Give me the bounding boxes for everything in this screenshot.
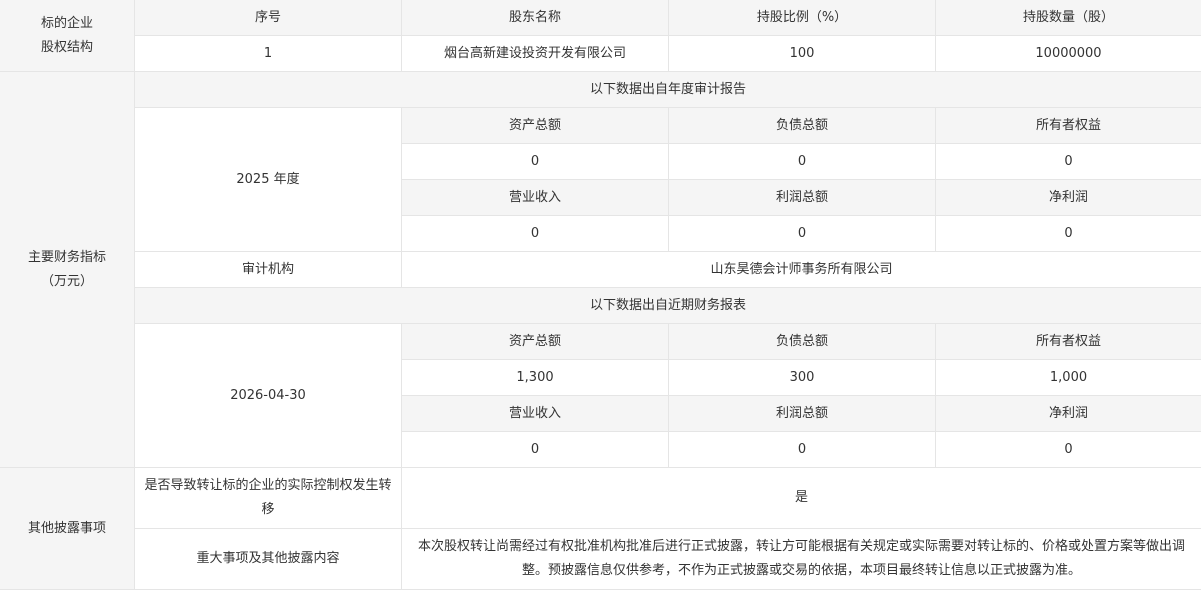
annual-value-owner-equity: 0 (935, 143, 1201, 180)
shareholder-index: 1 (134, 35, 402, 72)
annual-caption: 以下数据出自年度审计报告 (134, 71, 1201, 108)
recent-period: 2026-04-30 (134, 323, 402, 468)
col-header-shareholder: 股东名称 (401, 0, 669, 36)
recent-caption-row: 以下数据出自近期财务报表 (0, 287, 1201, 324)
shareholder-ratio: 100 (668, 35, 936, 72)
recent-label-total-profit: 利润总额 (668, 395, 936, 432)
annual-label-total-profit: 利润总额 (668, 179, 936, 216)
control-change-row: 其他披露事项 是否导致转让标的企业的实际控制权发生转移 是 (0, 467, 1201, 590)
recent-label-total-liabilities: 负债总额 (668, 323, 936, 360)
annual-labels-row-1: 2025 年度 资产总额 负债总额 所有者权益 (0, 107, 1201, 252)
annual-value-net-profit: 0 (935, 215, 1201, 252)
recent-label-revenue: 营业收入 (401, 395, 669, 432)
shareholder-name: 烟台高新建设投资开发有限公司 (401, 35, 669, 72)
annual-value-total-liabilities: 0 (668, 143, 936, 180)
auditor-value: 山东昊德会计师事务所有限公司 (401, 251, 1201, 288)
recent-label-net-profit: 净利润 (935, 395, 1201, 432)
table-row: 1 烟台高新建设投资开发有限公司 100 10000000 (0, 35, 1201, 72)
major-matters-label: 重大事项及其他披露内容 (134, 528, 402, 590)
shareholder-shares: 10000000 (935, 35, 1201, 72)
recent-labels-row-1: 2026-04-30 资产总额 负债总额 所有者权益 (0, 323, 1201, 468)
annual-label-total-assets: 资产总额 (401, 107, 669, 144)
annual-period: 2025 年度 (134, 107, 402, 252)
col-header-index: 序号 (134, 0, 402, 36)
annual-value-total-assets: 0 (401, 143, 669, 180)
control-change-value: 是 (401, 467, 1201, 529)
recent-value-revenue: 0 (401, 431, 669, 468)
major-matters-row: 重大事项及其他披露内容 本次股权转让尚需经过有权批准机构批准后进行正式披露，转让… (0, 528, 1201, 590)
annual-label-net-profit: 净利润 (935, 179, 1201, 216)
recent-label-owner-equity: 所有者权益 (935, 323, 1201, 360)
col-header-ratio: 持股比例（%） (668, 0, 936, 36)
annual-value-total-profit: 0 (668, 215, 936, 252)
disclosure-table: 标的企业 股权结构 序号 股东名称 持股比例（%） 持股数量（股） 1 烟台高新… (0, 0, 1201, 590)
recent-value-total-assets: 1,300 (401, 359, 669, 396)
recent-label-total-assets: 资产总额 (401, 323, 669, 360)
equity-header-row: 标的企业 股权结构 序号 股东名称 持股比例（%） 持股数量（股） (0, 0, 1201, 72)
annual-value-revenue: 0 (401, 215, 669, 252)
recent-caption: 以下数据出自近期财务报表 (134, 287, 1201, 324)
auditor-label: 审计机构 (134, 251, 402, 288)
major-matters-value: 本次股权转让尚需经过有权批准机构批准后进行正式披露，转让方可能根据有关规定或实际… (401, 528, 1201, 590)
annual-caption-row: 主要财务指标 （万元） 以下数据出自年度审计报告 (0, 71, 1201, 468)
recent-value-net-profit: 0 (935, 431, 1201, 468)
col-header-shares: 持股数量（股） (935, 0, 1201, 36)
recent-value-total-liabilities: 300 (668, 359, 936, 396)
annual-label-total-liabilities: 负债总额 (668, 107, 936, 144)
finance-section-label: 主要财务指标 （万元） (0, 71, 135, 468)
auditor-row: 审计机构 山东昊德会计师事务所有限公司 (0, 251, 1201, 288)
recent-value-total-profit: 0 (668, 431, 936, 468)
annual-label-owner-equity: 所有者权益 (935, 107, 1201, 144)
annual-label-revenue: 营业收入 (401, 179, 669, 216)
equity-section-label: 标的企业 股权结构 (0, 0, 135, 72)
other-section-label: 其他披露事项 (0, 467, 135, 590)
control-change-label: 是否导致转让标的企业的实际控制权发生转移 (134, 467, 402, 529)
recent-value-owner-equity: 1,000 (935, 359, 1201, 396)
